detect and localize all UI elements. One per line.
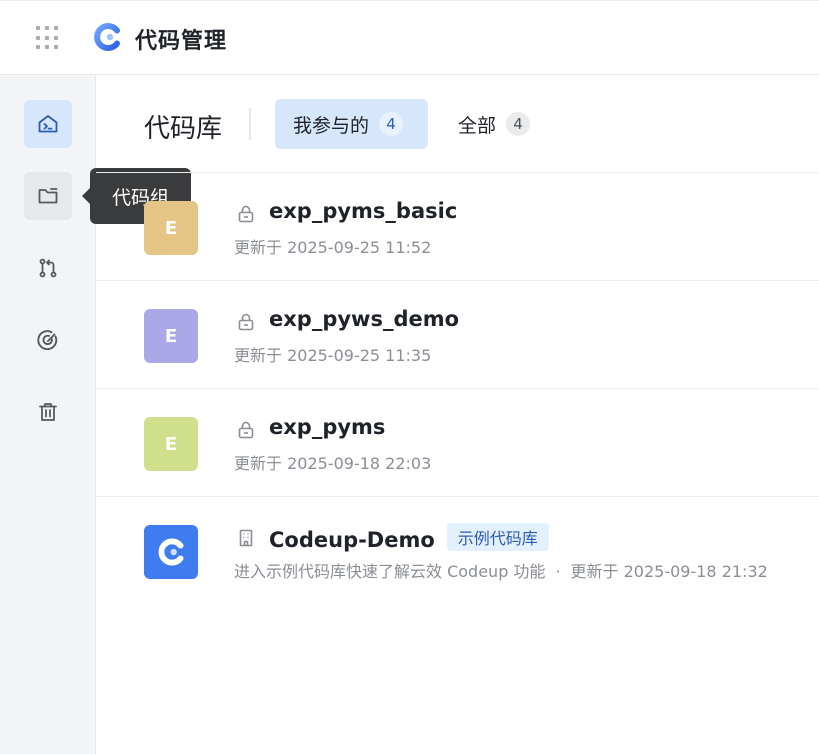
repo-name[interactable]: Codeup-Demo 示例代码库: [269, 523, 549, 552]
meta-separator: ·: [555, 562, 561, 581]
tab-count-badge: 4: [506, 112, 531, 136]
sidebar-item-merge-requests[interactable]: [24, 244, 72, 292]
repo-meta: 进入示例代码库快速了解云效 Codeup 功能 · 更新于 2025-09-18 2…: [234, 558, 768, 582]
list-item[interactable]: E exp_pyms_basic 更新于 2025-09-25 11:52: [96, 172, 819, 280]
repo-updated: 更新于 2025-09-18 21:32: [570, 562, 768, 581]
demo-tag-badge: 示例代码库: [446, 523, 549, 551]
list-item[interactable]: E exp_pyws_demo 更新于 2025-09-25 11:35: [96, 280, 819, 388]
repo-name[interactable]: exp_pyms: [269, 415, 385, 439]
list-item[interactable]: Codeup-Demo 示例代码库 进入示例代码库快速了解云效 Codeup 功能…: [96, 496, 819, 604]
trash-icon: [39, 403, 57, 421]
repo-avatar: E: [144, 201, 198, 255]
repo-name[interactable]: exp_pyws_demo: [269, 307, 459, 331]
codeup-logo-icon: [158, 538, 184, 566]
repo-description: 进入示例代码库快速了解云效 Codeup 功能: [234, 562, 546, 581]
tab-count-badge: 4: [379, 112, 404, 136]
sidebar-item-home[interactable]: [24, 100, 72, 148]
sidebar-item-code-group[interactable]: [24, 172, 72, 220]
tab-label: 全部: [458, 114, 497, 137]
lock-icon: [238, 205, 254, 223]
building-icon: [239, 529, 253, 547]
sidebar: [0, 75, 96, 754]
folder-icon: [38, 188, 58, 204]
tab-participated[interactable]: 我参与的 4: [275, 99, 428, 149]
target-icon: [37, 330, 58, 351]
list-item[interactable]: E exp_pyms 更新于 2025-09-18 22:03: [96, 388, 819, 496]
tab-label: 我参与的: [293, 114, 370, 137]
lock-icon: [238, 421, 254, 439]
app-title: 代码管理: [135, 29, 228, 54]
sidebar-item-insights[interactable]: [24, 316, 72, 364]
grid-dots-icon[interactable]: [36, 26, 60, 50]
tab-all[interactable]: 全部 4: [440, 99, 550, 149]
repo-updated: 更新于 2025-09-25 11:35: [234, 346, 432, 365]
repo-updated: 更新于 2025-09-25 11:52: [234, 238, 432, 257]
repo-updated: 更新于 2025-09-18 22:03: [234, 454, 432, 473]
sidebar-item-trash[interactable]: [24, 388, 72, 436]
code-home-icon: [38, 115, 58, 133]
top-bar: 代码管理: [0, 0, 819, 75]
repo-avatar: E: [144, 309, 198, 363]
codeup-logo-icon[interactable]: [91, 21, 123, 53]
lock-icon: [238, 313, 254, 331]
page-title: 代码库: [144, 114, 223, 144]
repo-avatar: [144, 525, 198, 579]
repo-name[interactable]: exp_pyms_basic: [269, 199, 457, 223]
repo-name-text: Codeup-Demo: [269, 528, 435, 552]
header-divider: [249, 108, 251, 140]
repo-avatar: E: [144, 417, 198, 471]
merge-request-icon: [39, 258, 57, 278]
